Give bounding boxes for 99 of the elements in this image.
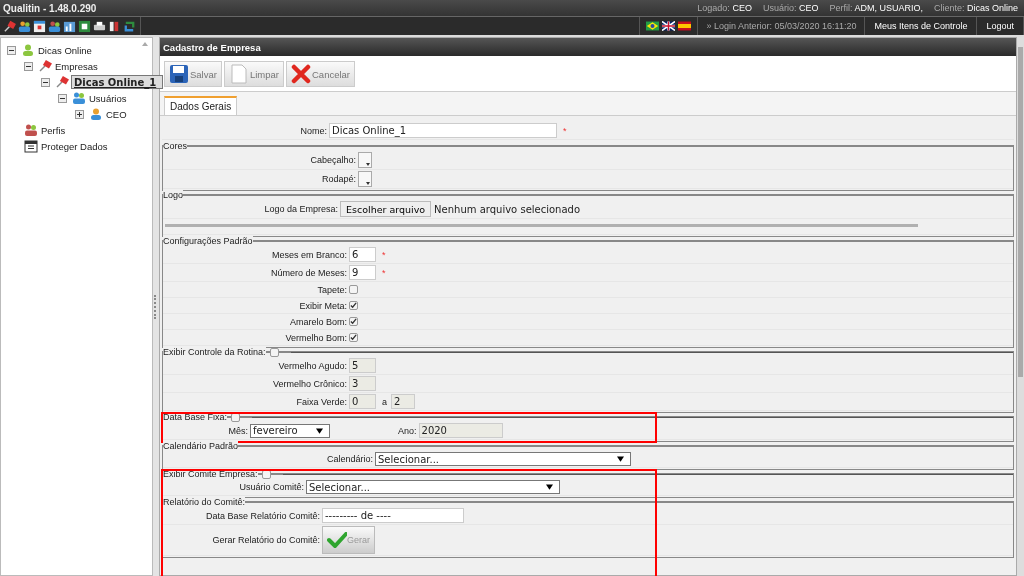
- person-icon: [21, 43, 35, 57]
- caret-icon: [316, 427, 323, 434]
- field-label: Vermelho Crônico:: [272, 378, 347, 389]
- field-label: Vermelho Bom:: [285, 332, 347, 343]
- field-label: Calendário:: [326, 454, 373, 464]
- chart-icon[interactable]: [63, 19, 76, 33]
- tree-item[interactable]: Dicas Online_1: [71, 75, 164, 89]
- pin-icon: [38, 59, 52, 73]
- tree-item[interactable]: Usuários: [88, 91, 128, 105]
- input-field[interactable]: --------- de ----: [322, 508, 464, 523]
- person-icon: [89, 107, 103, 121]
- check-icon: [327, 532, 347, 548]
- field-label: Usuário Comitê:: [239, 482, 304, 492]
- section-title: Data Base Fixa:: [163, 412, 228, 422]
- required-mark: *: [382, 267, 386, 278]
- tree-item[interactable]: Empresas: [54, 59, 99, 73]
- field-label: Rodapé:: [321, 174, 356, 184]
- floppy-icon: [169, 64, 189, 84]
- flag-icon[interactable]: [646, 21, 660, 31]
- input-field[interactable]: 6: [349, 247, 376, 262]
- user-info: Perfil: ADM, USUARIO,: [829, 3, 923, 13]
- flag-icon[interactable]: [662, 21, 676, 31]
- people-icon: [24, 123, 38, 137]
- required-mark: *: [382, 249, 386, 260]
- tree-item[interactable]: Perfis: [40, 123, 67, 137]
- field-label: Amarelo Bom:: [289, 316, 347, 327]
- input-field[interactable]: Dicas Online_1: [329, 123, 557, 138]
- section-title: Relatório do Comitê:: [163, 497, 246, 507]
- flag-icon[interactable]: [678, 21, 692, 31]
- action-button[interactable]: Limpar: [223, 61, 284, 87]
- section-title: Logo: [163, 190, 184, 200]
- field-label: Mês:: [228, 425, 248, 436]
- sheet-icon[interactable]: [78, 19, 91, 33]
- color-picker[interactable]: [358, 171, 372, 187]
- tree-toggle[interactable]: [41, 77, 50, 87]
- section-title: Exibir Controle da Rotina:: [163, 347, 266, 357]
- select-field[interactable]: fevereiro: [250, 423, 330, 438]
- tree-item[interactable]: Proteger Dados: [40, 139, 109, 153]
- select-field[interactable]: Selecionar...: [306, 480, 560, 494]
- field-label: Faixa Verde:: [296, 396, 347, 407]
- field-label: Tapete:: [317, 284, 347, 295]
- field-label: Ano:: [398, 425, 417, 436]
- action-button[interactable]: Salvar: [164, 61, 222, 87]
- scrollbar-thumb[interactable]: [1018, 47, 1023, 377]
- people-icon: [72, 91, 86, 105]
- cross-icon: [291, 64, 311, 84]
- section-title: Cores: [163, 141, 187, 151]
- field-label: Cabeçalho:: [310, 155, 356, 165]
- checkbox[interactable]: [349, 285, 358, 294]
- user-info: Cliente: Dicas Online: [933, 3, 1018, 13]
- range-separator: a: [382, 396, 387, 407]
- calendar-icon: [24, 139, 38, 153]
- caret-icon: [546, 484, 553, 490]
- checkbox[interactable]: [349, 301, 358, 310]
- field-label: Gerar Relatório do Comitê:: [212, 535, 320, 545]
- required-mark: *: [563, 125, 567, 136]
- tree-toggle[interactable]: [58, 93, 67, 103]
- app-title: Qualitin - 1.48.0.290: [3, 2, 97, 14]
- checkbox[interactable]: [349, 333, 358, 342]
- panel-title: Cadastro de Empresa: [163, 41, 261, 53]
- tab[interactable]: Dados Gerais: [164, 96, 238, 115]
- field-label: Data Base Relatório Comitê:: [205, 510, 320, 521]
- action-button[interactable]: Cancelar: [286, 61, 355, 87]
- tree-toggle[interactable]: [75, 109, 84, 119]
- checkbox[interactable]: [231, 412, 241, 422]
- checkbox[interactable]: [261, 469, 271, 479]
- file-status: Nenhum arquivo selecionado: [434, 203, 581, 215]
- tree-toggle[interactable]: [24, 61, 33, 71]
- calendar-icon[interactable]: [33, 19, 46, 33]
- user-info: Logado: CEO: [697, 3, 752, 13]
- printer-icon[interactable]: [93, 19, 106, 33]
- color-picker[interactable]: [358, 152, 372, 168]
- select-field[interactable]: Selecionar...: [375, 452, 631, 466]
- sync-icon[interactable]: [123, 19, 136, 33]
- input-field[interactable]: 9: [349, 265, 376, 280]
- caret-icon: [366, 163, 370, 166]
- people-icon[interactable]: [48, 19, 61, 33]
- user-info: Usuário: CEO: [762, 3, 819, 13]
- choose-file-button[interactable]: Escolher arquivo: [340, 201, 432, 217]
- caret-icon: [366, 182, 370, 185]
- checkbox[interactable]: [349, 317, 358, 326]
- tree-item[interactable]: CEO: [105, 107, 128, 121]
- page-icon: [228, 64, 249, 84]
- field-label: Vermelho Agudo:: [278, 360, 347, 371]
- field-label: Nome:: [300, 125, 327, 136]
- caret-icon: [617, 456, 624, 462]
- pin-icon[interactable]: [3, 19, 16, 33]
- tree-toggle[interactable]: [7, 45, 16, 55]
- section-title: Calendário Padrão: [163, 441, 239, 451]
- checkbox[interactable]: [269, 347, 279, 357]
- field-label: Número de Meses:: [270, 267, 347, 278]
- people-icon[interactable]: [18, 19, 31, 33]
- book-icon[interactable]: [108, 19, 121, 33]
- section-title: Configurações Padrão: [163, 236, 253, 246]
- field-label: Meses em Branco:: [271, 249, 347, 260]
- field-label: Exibir Meta:: [299, 300, 347, 311]
- tree-item[interactable]: Dicas Online: [37, 43, 93, 57]
- field-label: Logo da Empresa:: [264, 204, 338, 214]
- pin-icon: [55, 75, 69, 89]
